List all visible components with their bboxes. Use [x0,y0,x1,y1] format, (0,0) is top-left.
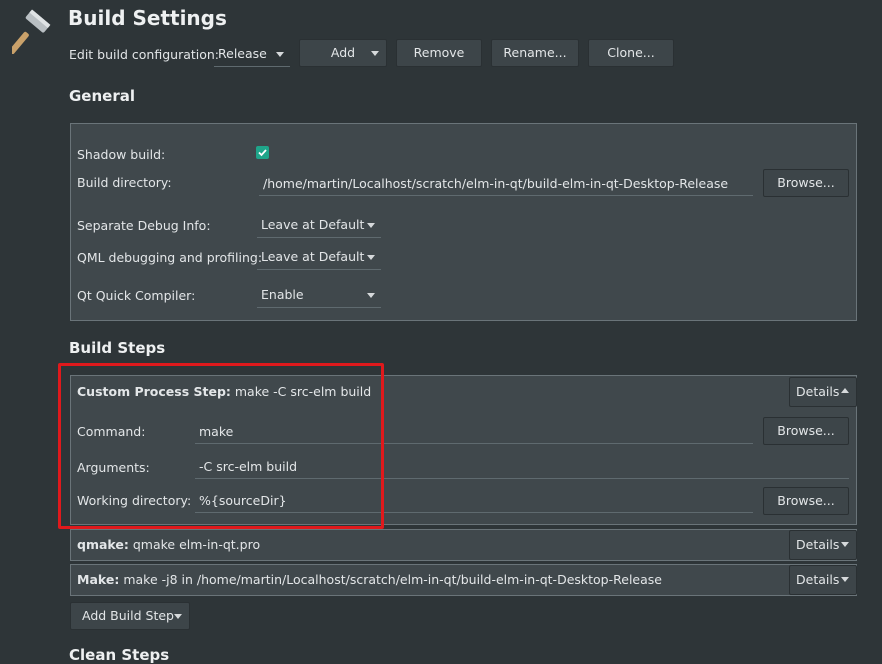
build-directory-field[interactable]: /home/martin/Localhost/scratch/elm-in-qt… [259,172,753,196]
general-section-title: General [69,87,135,105]
chevron-down-icon [174,614,182,619]
clean-steps-section-title: Clean Steps [69,646,170,664]
chevron-down-icon [276,52,284,57]
separate-debug-value: Leave at Default [261,217,365,232]
chevron-up-icon [841,388,849,393]
build-directory-browse-button[interactable]: Browse... [763,169,849,197]
qmake-step-summary: qmake: qmake elm-in-qt.pro [77,530,260,560]
add-config-label: Add [330,45,356,60]
build-steps-section-title: Build Steps [69,339,166,357]
shadow-build-label: Shadow build: [77,147,166,162]
custom-step-details-label: Details [796,384,840,399]
qmake-details-label: Details [796,537,840,552]
command-browse-button[interactable]: Browse... [763,417,849,445]
qml-debug-label: QML debugging and profiling: [77,250,263,265]
qml-debug-select[interactable]: Leave at Default [257,244,381,270]
chevron-down-icon [841,577,849,582]
make-details-label: Details [796,572,840,587]
make-step-summary: Make: make -j8 in /home/martin/Localhost… [77,565,662,595]
clone-config-button[interactable]: Clone... [588,39,674,67]
qt-quick-compiler-value: Enable [261,287,304,302]
red-highlight-box [58,363,384,529]
qmake-step-row: qmake: qmake elm-in-qt.pro Details [70,529,857,561]
working-directory-browse-button[interactable]: Browse... [763,487,849,515]
qt-quick-compiler-select[interactable]: Enable [257,282,381,308]
make-step-name: Make: [77,572,120,587]
chevron-down-icon [367,255,375,260]
custom-step-details-button[interactable]: Details [789,377,857,407]
shadow-build-checkbox[interactable] [256,146,269,159]
qt-quick-compiler-label: Qt Quick Compiler: [77,288,196,303]
general-panel: Shadow build: Build directory: /home/mar… [70,123,857,321]
chevron-down-icon [367,293,375,298]
chevron-down-icon [841,542,849,547]
chevron-down-icon [367,223,375,228]
make-details-button[interactable]: Details [789,565,857,595]
build-directory-label: Build directory: [77,175,172,190]
add-build-step-button[interactable]: Add Build Step [70,602,190,630]
remove-config-button[interactable]: Remove [396,39,482,67]
page-title: Build Settings [68,6,227,30]
build-config-label: Edit build configuration: [69,47,220,62]
build-config-select[interactable]: Release [214,41,290,67]
add-config-button[interactable]: Add [299,39,387,67]
make-step-row: Make: make -j8 in /home/martin/Localhost… [70,564,857,596]
make-step-command: make -j8 in /home/martin/Localhost/scrat… [123,572,662,587]
qmake-step-name: qmake: [77,537,129,552]
checkmark-icon [258,149,267,157]
hammer-icon [9,6,54,55]
rename-config-button[interactable]: Rename... [491,39,579,67]
separate-debug-label: Separate Debug Info: [77,218,211,233]
chevron-down-icon [371,51,379,56]
qml-debug-value: Leave at Default [261,249,365,264]
qmake-step-command: qmake elm-in-qt.pro [132,537,261,552]
build-config-value: Release [218,46,267,61]
separate-debug-select[interactable]: Leave at Default [257,212,381,238]
qmake-details-button[interactable]: Details [789,530,857,560]
add-build-step-label: Add Build Step [82,608,174,623]
